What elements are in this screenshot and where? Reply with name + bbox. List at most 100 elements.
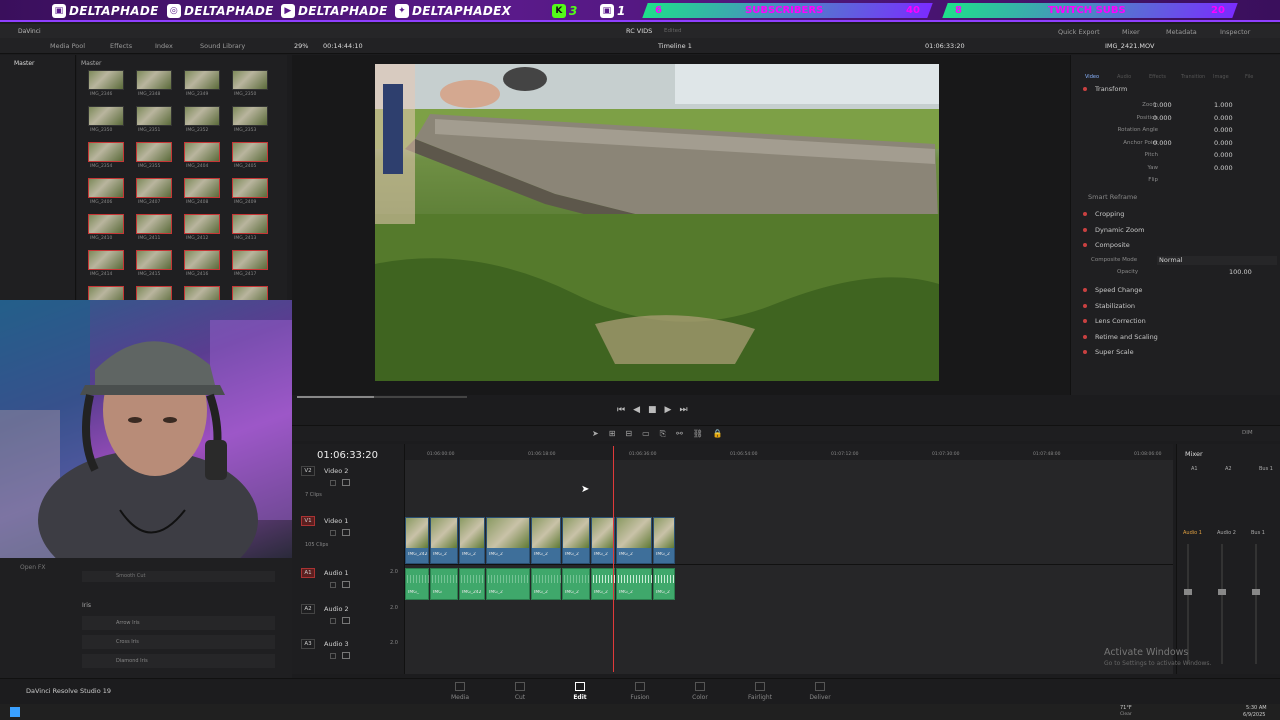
page-tab-media[interactable]: Media [440,694,480,701]
viewer-zoom[interactable]: 29% [294,42,308,50]
clip-thumbnail[interactable] [232,214,268,234]
timeline-ruler[interactable]: 01:06:00:00 01:06:18:00 01:06:36:00 01:06:5… [405,444,1173,460]
inspector-tab-file[interactable]: File [1245,74,1253,80]
video-clip[interactable]: IMG_2 [653,517,675,564]
mixer-fader[interactable] [1255,544,1257,664]
inspector-tab-audio[interactable]: Audio [1117,74,1131,80]
track-lock-icon[interactable] [330,480,336,486]
effect-arrow-iris[interactable]: Arrow Iris [82,616,275,630]
audio-clip[interactable]: IMG_242 [459,568,485,600]
clip-thumbnail[interactable] [184,70,220,90]
track-lock-icon[interactable] [330,653,336,659]
track-badge[interactable]: A2 [301,604,315,614]
param-y-value[interactable]: 0.000 [1214,151,1233,159]
clip-thumbnail[interactable] [88,250,124,270]
inspector-tab-video[interactable]: Video [1085,74,1099,80]
effects-section-iris[interactable]: Iris [82,602,91,609]
fader-knob[interactable] [1184,589,1192,595]
clip-thumbnail[interactable] [88,142,124,162]
edit-tools[interactable]: ➤⊞⊟▭⎘⚯⛓🔒 [592,429,733,439]
track-badge[interactable]: V1 [301,516,315,526]
page-tab-cut[interactable]: Cut [500,694,540,701]
inspector-tab-effects[interactable]: Effects [1149,74,1166,80]
page-tab-color[interactable]: Color [680,694,720,701]
viewer-frame[interactable] [375,64,939,381]
video-clip[interactable]: IMG_2 [459,517,485,564]
video-clip[interactable]: IMG_2 [591,517,615,564]
page-icon-deliver[interactable] [815,682,825,691]
effect-smooth-cut[interactable]: Smooth Cut [82,571,275,582]
track-lock-icon[interactable] [330,618,336,624]
clip-thumbnail[interactable] [136,214,172,234]
audio-clip[interactable]: IMG_2 [562,568,590,600]
video-clip[interactable]: IMG_2 [531,517,561,564]
inspector-tab-transition[interactable]: Transition [1181,74,1205,80]
param-y-value[interactable]: 0.000 [1214,114,1233,122]
track-visibility-icon[interactable] [342,479,350,486]
clip-thumbnail[interactable] [184,250,220,270]
audio-clip[interactable]: IMG_2 [653,568,675,600]
clip-thumbnail[interactable] [232,70,268,90]
quick-export-button[interactable]: Quick Export [1058,28,1100,36]
clip-thumbnail[interactable] [184,178,220,198]
effect-diamond-iris[interactable]: Diamond Iris [82,654,275,668]
page-tab-edit[interactable]: Edit [560,694,600,701]
scrubber-track[interactable] [297,396,467,398]
page-icon-edit[interactable] [575,682,585,691]
param-x-value[interactable]: 0.000 [1153,139,1172,147]
audio-clip[interactable]: IMG_2 [591,568,615,600]
clip-thumbnail[interactable] [136,142,172,162]
track-visibility-icon[interactable] [342,529,350,536]
track-lock-icon[interactable] [330,582,336,588]
playback-controls[interactable]: ⏮◀■▶⏭ [617,405,696,415]
video-clip[interactable]: IMG_242 [405,517,429,564]
page-tab-fairlight[interactable]: Fairlight [740,694,780,701]
page-tab-fusion[interactable]: Fusion [620,694,660,701]
page-tab-deliver[interactable]: Deliver [800,694,840,701]
effects-button[interactable]: Effects [110,42,132,50]
sound-library-button[interactable]: Sound Library [200,42,245,50]
param-y-value[interactable]: 0.000 [1214,126,1233,134]
track-badge[interactable]: V2 [301,466,315,476]
audio-clip[interactable]: IMG [430,568,458,600]
audio-clip[interactable]: IMG_2 [616,568,652,600]
track-visibility-icon[interactable] [342,617,350,624]
param-y-value[interactable]: 1.000 [1214,101,1233,109]
track-lock-icon[interactable] [330,530,336,536]
dim-button[interactable]: DIM [1242,430,1253,436]
track-badge[interactable]: A1 [301,568,315,578]
inspector-button[interactable]: Inspector [1220,28,1250,36]
clip-thumbnail[interactable] [136,70,172,90]
audio-clip[interactable]: IMG_2 [486,568,530,600]
mixer-fader[interactable] [1187,544,1189,664]
windows-start-icon[interactable] [10,707,20,717]
clip-thumbnail[interactable] [136,106,172,126]
clip-thumbnail[interactable] [232,106,268,126]
clip-thumbnail[interactable] [136,178,172,198]
bin-master[interactable]: Master [14,60,35,67]
page-icon-color[interactable] [695,682,705,691]
video-clip[interactable]: IMG_2 [486,517,530,564]
page-icon-fairlight[interactable] [755,682,765,691]
effect-cross-iris[interactable]: Cross Iris [82,635,275,649]
audio-clip[interactable]: IMG_2 [531,568,561,600]
param-x-value[interactable]: 1.000 [1153,101,1172,109]
video-clip[interactable]: IMG_2 [562,517,590,564]
playhead[interactable] [613,446,614,672]
inspector-tab-image[interactable]: Image [1213,74,1229,80]
fader-knob[interactable] [1218,589,1226,595]
metadata-button[interactable]: Metadata [1166,28,1197,36]
clip-thumbnail[interactable] [136,250,172,270]
page-icon-cut[interactable] [515,682,525,691]
clip-thumbnail[interactable] [232,178,268,198]
track-visibility-icon[interactable] [342,581,350,588]
index-button[interactable]: Index [155,42,173,50]
clip-thumbnail[interactable] [232,250,268,270]
param-y-value[interactable]: 0.000 [1214,164,1233,172]
opacity-value[interactable]: 100.00 [1229,268,1252,276]
media-pool-button[interactable]: Media Pool [50,42,85,50]
composite-mode-dropdown[interactable]: Normal [1157,256,1277,265]
menu-item-davinci[interactable]: DaVinci [18,28,41,35]
page-icon-fusion[interactable] [635,682,645,691]
clip-thumbnail[interactable] [88,106,124,126]
